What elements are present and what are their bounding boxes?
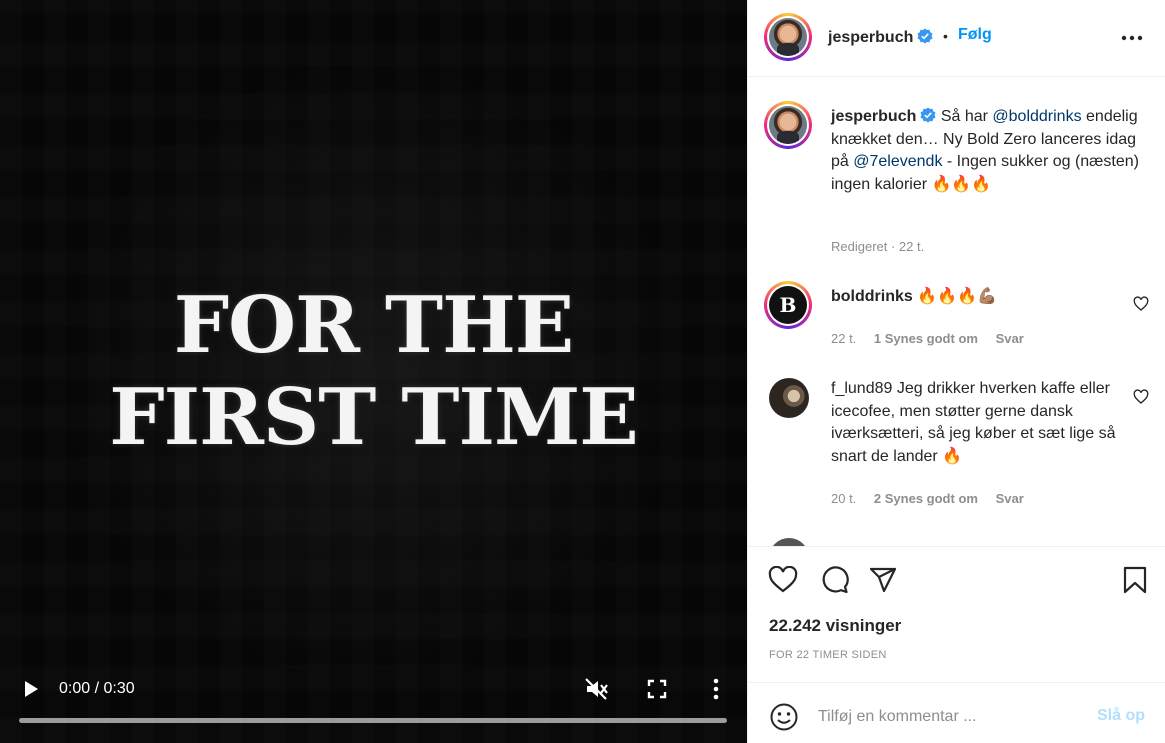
bold-logo-letter: B bbox=[779, 293, 797, 317]
action-bar bbox=[748, 546, 1165, 596]
mention-link[interactable]: @bolddrinks bbox=[992, 108, 1081, 125]
emoji-icon[interactable] bbox=[769, 702, 799, 732]
comment-text: f_lund89 Jeg drikker hverken kaffe eller… bbox=[831, 378, 1141, 468]
add-comment-bar: Slå op bbox=[748, 682, 1165, 743]
more-horizontal-icon[interactable] bbox=[1120, 34, 1144, 42]
comment-time: 22 t. bbox=[831, 331, 857, 346]
post-header: jesperbuch • Følg bbox=[748, 0, 1165, 77]
follow-button[interactable]: Følg bbox=[958, 26, 992, 44]
comment-avatar[interactable] bbox=[769, 378, 809, 418]
comment-username[interactable]: f_lund89 bbox=[831, 380, 892, 397]
share-icon[interactable] bbox=[868, 566, 898, 594]
video-headline-line2: FIRST TIME bbox=[109, 372, 639, 463]
comment-time: 20 t. bbox=[831, 491, 857, 506]
video-time: 0:00 / 0:30 bbox=[59, 680, 135, 697]
post-time: FOR 22 TIMER SIDEN bbox=[769, 649, 887, 661]
comment-text: bolddrinks 🔥🔥🔥💪🏽 bbox=[831, 286, 1141, 309]
caption-avatar[interactable] bbox=[764, 101, 812, 149]
post-sidebar: jesperbuch • Følg jesperbuch Så har @bol… bbox=[747, 0, 1165, 743]
comment-like-heart-icon[interactable] bbox=[1133, 389, 1149, 405]
comment-meta: 20 t. 2 Synes godt om Svar bbox=[831, 491, 1038, 506]
video-controls: 0:00 / 0:30 bbox=[0, 670, 747, 743]
caption-text: jesperbuch Så har @bolddrinks endelig kn… bbox=[831, 106, 1141, 196]
caption-text-part: Så har bbox=[940, 108, 993, 125]
verified-badge-icon bbox=[920, 107, 936, 123]
muted-speaker-icon[interactable] bbox=[584, 677, 610, 701]
heart-icon[interactable] bbox=[768, 566, 798, 594]
comment-likes[interactable]: 2 Synes godt om bbox=[874, 491, 978, 506]
mention-link[interactable]: @7elevendk bbox=[853, 153, 942, 170]
video-headline-line1: FOR THE bbox=[173, 280, 575, 371]
verified-badge-icon bbox=[917, 28, 933, 44]
post-comment-button[interactable]: Slå op bbox=[1097, 707, 1145, 725]
comment-likes[interactable]: 1 Synes godt om bbox=[874, 331, 978, 346]
avatar[interactable] bbox=[764, 13, 812, 61]
comment-avatar[interactable]: B bbox=[764, 281, 812, 329]
video-progress-bar[interactable] bbox=[19, 718, 727, 723]
author-username-text[interactable]: jesperbuch bbox=[828, 29, 913, 46]
bookmark-icon[interactable] bbox=[1120, 566, 1150, 594]
play-icon[interactable] bbox=[21, 679, 41, 699]
caption-username[interactable]: jesperbuch bbox=[831, 108, 916, 125]
comment-avatar-partial[interactable] bbox=[769, 538, 809, 546]
comment-meta: 22 t. 1 Synes godt om Svar bbox=[831, 331, 1038, 346]
comments-list[interactable]: jesperbuch Så har @bolddrinks endelig kn… bbox=[748, 77, 1165, 546]
header-separator: • bbox=[943, 28, 948, 44]
video-player[interactable]: FOR THE FIRST TIME 0:00 / 0:30 bbox=[0, 0, 747, 743]
comment-body: 🔥🔥🔥💪🏽 bbox=[917, 288, 997, 305]
comment-icon[interactable] bbox=[819, 566, 849, 594]
reply-button[interactable]: Svar bbox=[996, 491, 1024, 506]
fullscreen-icon[interactable] bbox=[646, 678, 668, 700]
more-vertical-icon[interactable] bbox=[706, 677, 726, 701]
view-count[interactable]: 22.242 visninger bbox=[769, 616, 901, 636]
comment-input[interactable] bbox=[818, 704, 1078, 730]
comment-username[interactable]: bolddrinks bbox=[831, 288, 913, 305]
comment-like-heart-icon[interactable] bbox=[1133, 296, 1149, 312]
author-username[interactable]: jesperbuch bbox=[828, 28, 933, 47]
reply-button[interactable]: Svar bbox=[996, 331, 1024, 346]
caption-meta: Redigeret · 22 t. bbox=[831, 239, 925, 254]
